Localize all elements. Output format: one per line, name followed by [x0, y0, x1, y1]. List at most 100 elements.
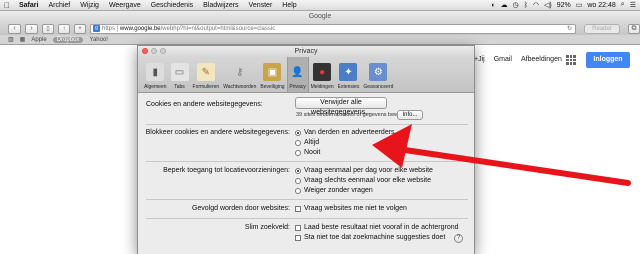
menu-extras: ◐ ☁ ◷ ᛒ ◠ ◁) 92% ▭ wo 22:48 ⌕ ☰	[491, 1, 640, 9]
menu-item-weergave[interactable]: Weergave	[104, 2, 146, 9]
radio-location-daily[interactable]: Vraag eenmaal per dag voor elke website	[295, 167, 433, 174]
radio-never[interactable]: Nooit	[295, 149, 320, 156]
pencil-icon: ✎	[196, 63, 215, 81]
radio-always[interactable]: Altijd	[295, 139, 319, 146]
bookmark-dropbox[interactable]: Dropbox	[52, 36, 84, 43]
location-label: Beperk toegang tot locatievoorzieningen:	[163, 167, 290, 174]
menu-item-geschiedenis[interactable]: Geschiedenis	[146, 2, 198, 9]
tabs-overview-icon[interactable]: ⧉	[628, 23, 640, 34]
battery-icon[interactable]: ▭	[576, 1, 583, 9]
wifi-icon[interactable]: ◠	[533, 1, 539, 9]
radio-label: Weiger zonder vragen	[304, 187, 373, 194]
radio-label: Van derden en adverteerders	[304, 129, 395, 136]
tab-label: Geavanceerd	[363, 84, 394, 90]
browser-toolbar: ‹ › ▯ ↑ + g https | www.google.be /webhp…	[0, 22, 640, 35]
url-path: /webhp?hl=nl&output=html&source=classic	[160, 25, 276, 32]
apps-grid-icon[interactable]	[566, 55, 576, 65]
notifications-icon: ●	[313, 63, 332, 81]
menu-item-archief[interactable]: Archief	[43, 2, 75, 9]
radio-location-once[interactable]: Vraag slechts eenmaal voor elke website	[295, 177, 431, 184]
help-button[interactable]: ?	[454, 234, 463, 243]
checkbox-label: Vraag websites me niet te volgen	[304, 205, 407, 212]
google-plus-link[interactable]: +Jij	[474, 56, 485, 63]
menu-item-bladwijzers[interactable]: Bladwijzers	[198, 2, 243, 9]
sidebar-icon[interactable]: ▯	[42, 23, 54, 34]
divider	[146, 199, 468, 200]
notification-center-icon[interactable]: ☰	[630, 1, 636, 9]
tab-privacy[interactable]: 👤 Privacy	[286, 57, 309, 92]
window-controls	[142, 48, 166, 54]
radio-icon	[295, 187, 301, 194]
zoom-window-icon[interactable]	[160, 48, 166, 54]
apple-menu-icon[interactable]: 	[0, 1, 14, 10]
minimize-window-icon[interactable]	[151, 48, 157, 54]
clock[interactable]: wo 22:48	[587, 2, 615, 9]
forward-button[interactable]: ›	[25, 23, 38, 34]
bookmarks-icon[interactable]: ▥	[8, 36, 14, 43]
tab-wachtwoorden[interactable]: ⚷ Wachtwoorden	[221, 57, 258, 92]
tabs-icon: ▭	[170, 63, 189, 81]
tab-algemeen[interactable]: ▮ Algemeen	[142, 57, 169, 92]
do-not-track-checkbox[interactable]: Vraag websites me niet te volgen	[295, 205, 407, 212]
address-bar[interactable]: g https | www.google.be /webhp?hl=nl&out…	[90, 23, 576, 34]
tab-label: Beveiliging	[260, 84, 285, 90]
images-link[interactable]: Afbeeldingen	[521, 56, 562, 63]
battery-percent: 92%	[556, 1, 571, 9]
tab-label: Tabs	[174, 84, 185, 90]
reader-button[interactable]: Reader	[584, 23, 620, 34]
bookmark-yahoo[interactable]: Yahoo!	[89, 37, 108, 43]
volume-icon[interactable]: ◁)	[544, 1, 552, 9]
tab-label: Privacy	[289, 84, 306, 90]
radio-icon	[295, 149, 301, 156]
sites-info-text: 39 sites hebben cookies of gegevens bewa…	[296, 112, 410, 118]
status-icon[interactable]: ◐	[491, 2, 495, 9]
bluetooth-icon[interactable]: ᛒ	[524, 2, 528, 9]
divider	[146, 124, 468, 125]
search-suggestions-checkbox[interactable]: Sta niet toe dat zoekmachine suggesties …	[295, 234, 445, 241]
prefs-tab-bar: ▮ Algemeen ▭ Tabs ✎ Formulieren ⚷ Wachtw…	[138, 57, 474, 93]
tab-extensies[interactable]: ✦ Extensies	[336, 57, 362, 92]
share-icon[interactable]: ↑	[58, 23, 70, 34]
topsites-icon[interactable]: ▦	[20, 36, 26, 43]
tab-label: Meldingen	[310, 84, 334, 90]
reload-icon[interactable]: ↻	[567, 25, 572, 32]
tab-formulieren[interactable]: ✎ Formulieren	[191, 57, 222, 92]
menu-item-wijzig[interactable]: Wijzig	[75, 2, 104, 9]
url-host: www.google.be	[119, 25, 161, 32]
info-button[interactable]: Info...	[397, 110, 423, 120]
google-favicon-icon: g	[93, 25, 100, 32]
tab-beveiliging[interactable]: ▣ Beveiliging	[258, 57, 286, 92]
radio-third-party[interactable]: Van derden en adverteerders	[295, 129, 395, 136]
tab-geavanceerd[interactable]: ⚙ Geavanceerd	[361, 57, 395, 92]
google-header-links: +Jij Gmail Afbeeldingen	[474, 56, 562, 63]
menu-item-venster[interactable]: Venster	[244, 2, 278, 9]
menu-app-name[interactable]: Safari	[14, 2, 43, 9]
back-button[interactable]: ‹	[8, 23, 21, 34]
tab-meldingen[interactable]: ● Meldingen	[309, 57, 336, 92]
spotlight-icon[interactable]: ⌕	[621, 1, 625, 9]
menu-item-help[interactable]: Help	[277, 2, 301, 9]
radio-label: Altijd	[304, 139, 320, 146]
checkbox-label: Sta niet toe dat zoekmachine suggesties …	[304, 234, 446, 241]
radio-icon	[295, 177, 301, 184]
timemachine-icon[interactable]: ◷	[513, 1, 519, 9]
tab-label: Extensies	[337, 84, 360, 90]
privacy-preferences-window: Privacy ▮ Algemeen ▭ Tabs ✎ Formulieren …	[137, 45, 475, 254]
radio-location-deny[interactable]: Weiger zonder vragen	[295, 187, 373, 194]
checkbox-icon	[295, 205, 301, 212]
tab-tabs[interactable]: ▭ Tabs	[169, 57, 191, 92]
radio-selected-icon	[295, 167, 301, 174]
close-window-icon[interactable]	[142, 48, 148, 54]
tab-label: Algemeen	[144, 84, 167, 90]
preload-top-hit-checkbox[interactable]: Laad beste resultaat niet vooraf in de a…	[295, 224, 459, 231]
bookmark-apple[interactable]: Apple	[31, 37, 46, 43]
cookies-label: Cookies en andere websitegegevens:	[146, 101, 263, 108]
radio-label: Vraag slechts eenmaal voor elke website	[304, 177, 431, 184]
cloud-icon[interactable]: ☁	[501, 1, 508, 9]
checkbox-icon	[295, 234, 301, 241]
add-icon[interactable]: +	[74, 23, 86, 34]
gmail-link[interactable]: Gmail	[494, 56, 512, 63]
login-button[interactable]: Inloggen	[586, 52, 630, 68]
remove-all-data-button[interactable]: Verwijder alle websitegegevens...	[295, 97, 387, 116]
checkbox-label: Laad beste resultaat niet vooraf in de a…	[304, 224, 459, 231]
